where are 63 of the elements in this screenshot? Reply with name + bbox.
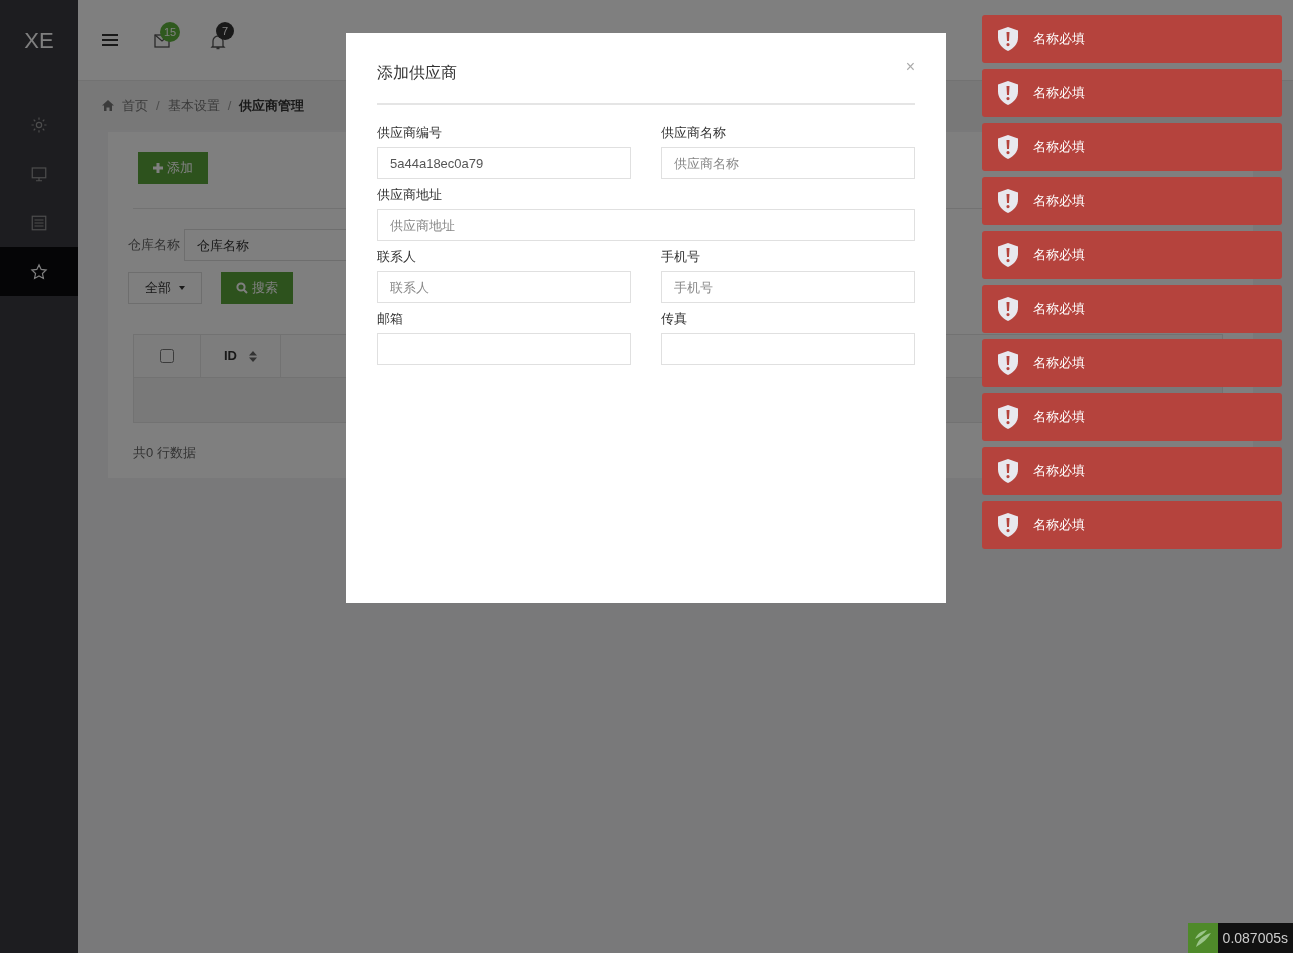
toast-message: 名称必填: [1033, 192, 1085, 211]
modal-title: 添加供应商: [377, 63, 457, 83]
select-all-checkbox[interactable]: [160, 349, 174, 363]
logo: XE: [23, 26, 55, 55]
field-label: 供应商名称: [661, 125, 727, 141]
monitor-icon: [30, 164, 48, 183]
shield-alert-icon: [997, 27, 1019, 51]
menu-icon[interactable]: [102, 33, 118, 47]
shield-alert-icon: [997, 459, 1019, 483]
toast-message: 名称必填: [1033, 300, 1085, 319]
toast-message: 名称必填: [1033, 516, 1085, 535]
close-button[interactable]: ×: [905, 59, 915, 75]
shield-alert-icon: [997, 189, 1019, 213]
count-badge: 15: [160, 22, 180, 42]
toast-message: 名称必填: [1033, 246, 1085, 265]
form-input[interactable]: 5a44a18ec0a79: [377, 147, 631, 179]
field-label: 传真: [661, 311, 688, 327]
form-input[interactable]: [661, 333, 915, 365]
form-input[interactable]: 供应商名称: [661, 147, 915, 179]
toast-message: 名称必填: [1033, 462, 1085, 481]
field-label: 仓库名称: [128, 236, 181, 255]
bell-icon[interactable]: [210, 34, 226, 50]
form-input[interactable]: 联系人: [377, 271, 631, 303]
breadcrumb-separator: /: [227, 96, 232, 115]
plus-icon: [153, 163, 163, 173]
breadcrumb-link[interactable]: 基本设置: [167, 95, 220, 116]
shield-alert-icon: [997, 513, 1019, 537]
shield-alert-icon: [997, 81, 1019, 105]
search-button[interactable]: 搜索: [221, 272, 293, 304]
field-label: 供应商地址: [377, 187, 443, 203]
gear-icon: [30, 115, 48, 134]
count-badge: 7: [216, 22, 234, 40]
field-label: 供应商编号: [377, 125, 443, 141]
toast-message: 名称必填: [1033, 408, 1085, 427]
form-input[interactable]: [377, 333, 631, 365]
leaf-icon: [1187, 923, 1218, 953]
timer-text: 0.087005s: [1217, 923, 1293, 953]
shield-alert-icon: [997, 135, 1019, 159]
sort-icon[interactable]: [249, 350, 257, 362]
home-icon: [102, 100, 114, 111]
toast-message: 名称必填: [1033, 30, 1085, 49]
breadcrumb-separator: /: [156, 96, 160, 115]
add-button[interactable]: 添加: [138, 152, 208, 184]
field-label: 邮箱: [377, 311, 404, 327]
search-icon: [236, 282, 248, 294]
caret-icon: [179, 286, 185, 290]
column-header[interactable]: ID: [224, 346, 237, 366]
star-icon: [30, 262, 48, 281]
status-select[interactable]: 全部: [128, 272, 202, 304]
breadcrumb-link[interactable]: 供应商管理: [239, 95, 305, 116]
form-input[interactable]: 手机号: [661, 271, 915, 303]
sidebar-item[interactable]: [0, 247, 78, 296]
field-label: 手机号: [661, 249, 701, 265]
list-icon: [30, 213, 48, 232]
shield-alert-icon: [997, 297, 1019, 321]
shield-alert-icon: [997, 405, 1019, 429]
toast-message: 名称必填: [1033, 138, 1085, 157]
shield-alert-icon: [997, 243, 1019, 267]
form-input[interactable]: 供应商地址: [377, 209, 915, 241]
row-count-text: 共0 行数据: [133, 444, 197, 462]
toast-message: 名称必填: [1033, 354, 1085, 373]
toast-message: 名称必填: [1033, 84, 1085, 103]
shield-alert-icon: [997, 351, 1019, 375]
